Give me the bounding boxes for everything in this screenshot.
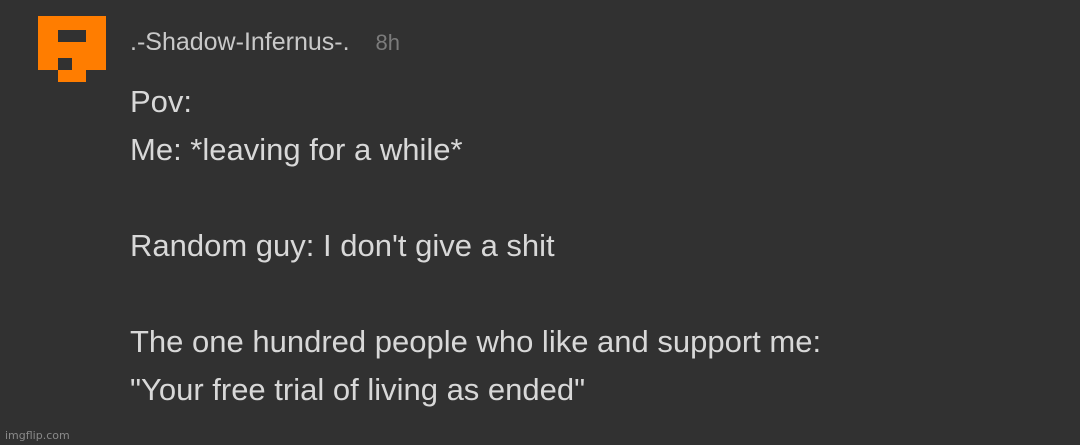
comment-line: Me: *leaving for a while*: [130, 132, 463, 167]
comment-header: .-Shadow-Infernus-. 8h: [130, 28, 400, 62]
timestamp: 8h: [375, 30, 401, 55]
avatar[interactable]: [38, 16, 106, 82]
watermark: imgflip.com: [5, 429, 70, 442]
comment-blank-line: [130, 174, 1050, 222]
comment-blank-line: [130, 270, 1050, 318]
username[interactable]: .-Shadow-Infernus-.: [130, 28, 350, 57]
comment-line: Pov:: [130, 84, 193, 119]
comment: .-Shadow-Infernus-. 8h Pov: Me: *leaving…: [0, 0, 1080, 445]
comment-line: Random guy: I don't give a shit: [130, 228, 555, 263]
comment-line: "Your free trial of living as ended": [130, 372, 586, 407]
pixel-face-icon: [38, 16, 106, 82]
comment-body: Pov: Me: *leaving for a while* Random gu…: [130, 78, 1050, 414]
comment-line: The one hundred people who like and supp…: [130, 324, 822, 359]
